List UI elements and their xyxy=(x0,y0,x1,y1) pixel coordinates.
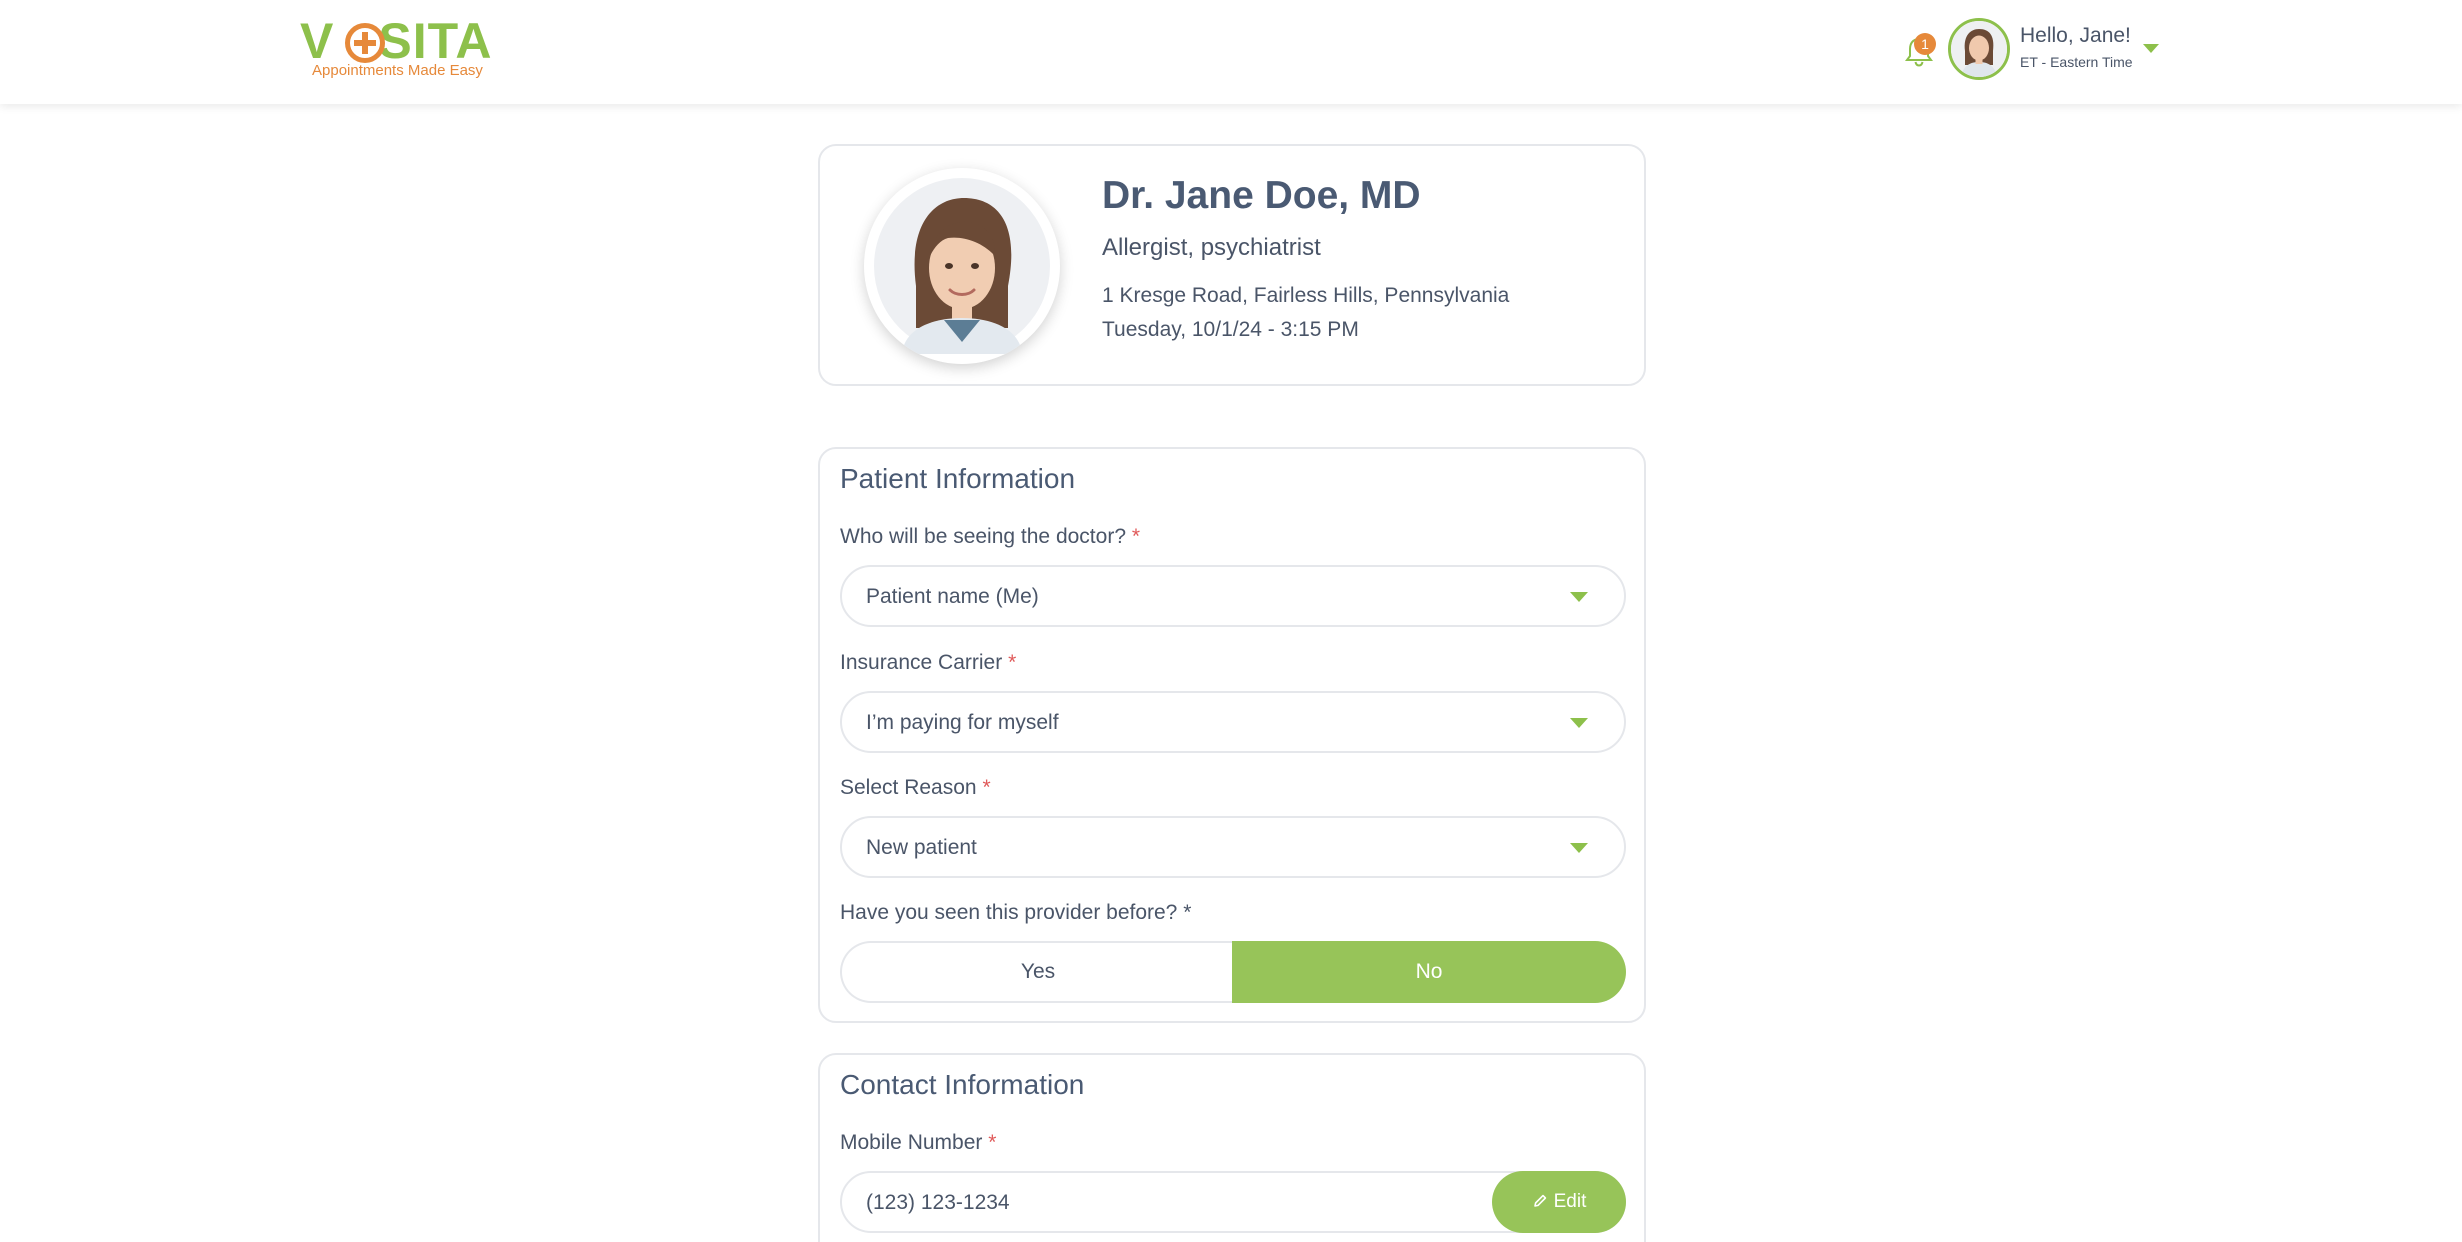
doctor-photo xyxy=(864,168,1060,364)
mobile-number-label: Mobile Number * xyxy=(840,1131,997,1154)
seen-provider-yes-button[interactable]: Yes xyxy=(840,941,1234,1003)
user-timezone: ET - Eastern Time xyxy=(2020,54,2133,70)
pencil-icon xyxy=(1533,1194,1546,1207)
required-mark: * xyxy=(988,1131,997,1154)
contact-information-title: Contact Information xyxy=(840,1069,1085,1100)
seen-provider-no-button[interactable]: No xyxy=(1232,941,1626,1003)
who-seeing-doctor-select[interactable]: Patient name (Me) xyxy=(840,565,1626,627)
doctor-specialty: Allergist, psychiatrist xyxy=(1102,234,1321,261)
seen-provider-toggle: Yes No xyxy=(840,941,1626,1003)
vosita-logo[interactable]: V SITA Appointments Made Easy xyxy=(300,13,493,80)
patient-information-card: Patient Information Who will be seeing t… xyxy=(818,447,1646,1023)
logo-tagline: Appointments Made Easy xyxy=(312,62,483,79)
insurance-carrier-label: Insurance Carrier * xyxy=(840,651,1017,674)
notification-count-badge: 1 xyxy=(1914,33,1936,55)
insurance-carrier-value: I’m paying for myself xyxy=(866,711,1059,734)
caret-down-icon xyxy=(1570,843,1588,853)
logo-letters-sita: SITA xyxy=(378,13,493,69)
edit-button-label: Edit xyxy=(1553,1191,1587,1212)
top-header: V SITA Appointments Made Easy 1 Hello, Ja… xyxy=(0,0,2462,104)
required-mark: * xyxy=(982,776,991,799)
who-seeing-doctor-label: Who will be seeing the doctor? * xyxy=(840,525,1141,548)
who-seeing-doctor-value: Patient name (Me) xyxy=(866,585,1039,608)
insurance-carrier-select[interactable]: I’m paying for myself xyxy=(840,691,1626,753)
user-menu-caret-down-icon[interactable] xyxy=(2143,44,2159,53)
doctor-name: Dr. Jane Doe, MD xyxy=(1102,174,1421,217)
contact-information-card: Contact Information Mobile Number * (123… xyxy=(818,1053,1646,1242)
appointment-datetime: Tuesday, 10/1/24 - 3:15 PM xyxy=(1102,318,1359,341)
logo-cross-icon xyxy=(345,23,385,63)
doctor-summary-card: Dr. Jane Doe, MD Allergist, psychiatrist… xyxy=(818,144,1646,386)
mobile-number-field[interactable]: (123) 123-1234 Edit xyxy=(840,1171,1626,1233)
select-reason-label: Select Reason * xyxy=(840,776,991,799)
mobile-number-value: (123) 123-1234 xyxy=(866,1191,1010,1214)
doctor-address: 1 Kresge Road, Fairless Hills, Pennsylva… xyxy=(1102,284,1510,307)
required-mark: * xyxy=(1008,651,1017,674)
select-reason-value: New patient xyxy=(866,836,977,859)
required-mark: * xyxy=(1131,525,1141,548)
seen-provider-before-label: Have you seen this provider before? * xyxy=(840,901,1192,924)
edit-mobile-button[interactable]: Edit xyxy=(1492,1171,1626,1233)
patient-information-title: Patient Information xyxy=(840,463,1076,494)
user-avatar[interactable] xyxy=(1948,18,2010,80)
caret-down-icon xyxy=(1570,592,1588,602)
logo-letter-v: V xyxy=(300,13,335,69)
select-reason-select[interactable]: New patient xyxy=(840,816,1626,878)
user-greeting: Hello, Jane! xyxy=(2020,24,2131,47)
caret-down-icon xyxy=(1570,718,1588,728)
